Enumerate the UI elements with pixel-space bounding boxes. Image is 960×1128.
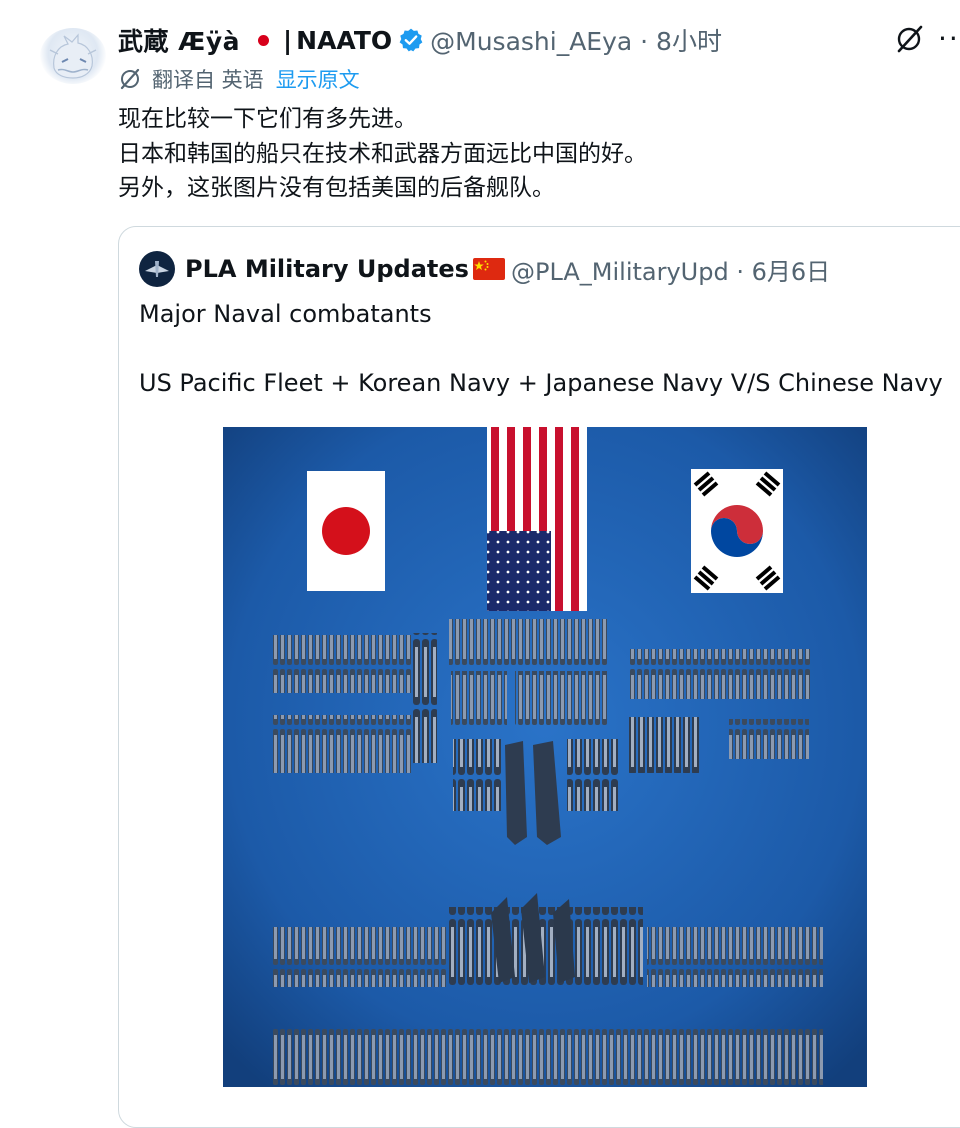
south-korea-flag	[691, 469, 783, 593]
tweet-actions-top: ···	[894, 22, 960, 55]
quoted-author-name[interactable]: PLA Military Updates	[185, 255, 469, 283]
quoted-tweet-card[interactable]: PLA Military Updates @PLA_MilitaryUpd · …	[118, 226, 960, 1128]
tweet-line: 另外，这张图片没有包括美国的后备舰队。	[118, 175, 555, 201]
verified-badge-icon	[399, 28, 423, 52]
show-original-link[interactable]: 显示原文	[276, 64, 360, 94]
red-dot-emoji	[258, 34, 269, 46]
name-separator: |	[283, 25, 293, 55]
japan-flag	[307, 471, 385, 591]
tweet-line: 日本和韩国的船只在技术和武器方面远比中国的好。	[118, 140, 647, 167]
quoted-line-2: US Pacific Fleet + Korean Navy + Japanes…	[139, 369, 943, 397]
us-flag	[487, 427, 587, 611]
tweet-header: 武蔵 Æÿà | NAATO @Musashi_AEya · 8小时	[118, 20, 722, 60]
china-flag-emoji	[472, 258, 505, 280]
author-org[interactable]: NAATO	[296, 26, 392, 55]
translation-label: 翻译自 英语	[152, 68, 264, 92]
quoted-author-handle-time[interactable]: @PLA_MilitaryUpd · 6月6日	[511, 252, 830, 287]
quoted-tweet-image[interactable]	[223, 427, 867, 1087]
user-avatar[interactable]	[40, 28, 106, 84]
author-display-name[interactable]: 武蔵 Æÿà	[118, 22, 240, 58]
quoted-tweet-header: PLA Military Updates @PLA_MilitaryUpd · …	[139, 251, 830, 287]
translate-icon	[120, 68, 140, 90]
more-options-icon[interactable]: ···	[938, 22, 960, 55]
grok-icon[interactable]	[894, 24, 924, 54]
translation-row: 翻译自 英语 显示原文	[118, 64, 360, 94]
quoted-author-avatar[interactable]	[139, 251, 175, 287]
quoted-tweet-text: Major Naval combatants US Pacific Fleet …	[139, 297, 943, 400]
tweet-text: 现在比较一下它们有多先进。 日本和韩国的船只在技术和武器方面远比中国的好。 另外…	[118, 102, 647, 206]
quoted-line-1: Major Naval combatants	[139, 300, 432, 328]
author-handle-time[interactable]: @Musashi_AEya · 8小时	[430, 22, 722, 58]
tweet-line: 现在比较一下它们有多先进。	[118, 106, 417, 132]
